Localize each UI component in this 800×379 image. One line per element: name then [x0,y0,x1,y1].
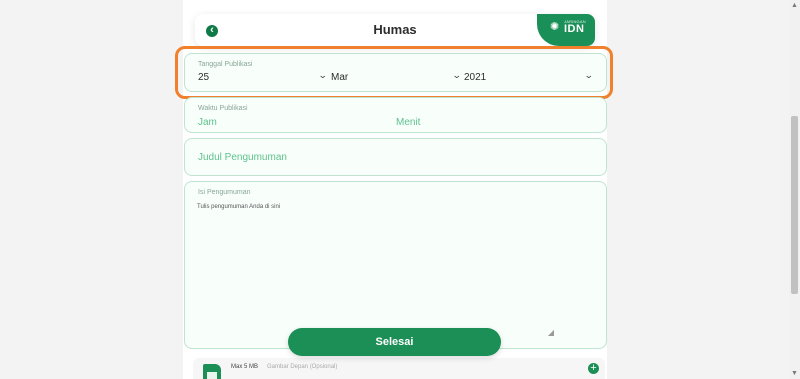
brand-logo: ✺ JARINGAN IDN [537,14,595,46]
scroll-thumb[interactable] [791,116,798,294]
title-placeholder: Judul Pengumuman [198,152,287,163]
announcement-title-input[interactable]: Judul Pengumuman [184,138,607,176]
scroll-up-icon[interactable]: ▲ [791,2,798,9]
brand-name: IDN [564,23,585,35]
focus-highlight [175,46,613,99]
announcement-body-textarea[interactable]: Isi Pengumuman Tulis pengumuman Anda di … [184,181,607,349]
sun-icon: ✺ [550,21,560,33]
add-attachment-button[interactable]: + [588,363,599,374]
scroll-down-icon[interactable]: ▼ [791,370,798,377]
hour-input[interactable]: Jam [198,117,217,128]
submit-button[interactable]: Selesai [288,328,501,356]
page-title: Humas [373,22,417,37]
publish-time-label: Waktu Publikasi [198,105,248,112]
vertical-scrollbar[interactable]: ▲ ▼ [789,0,800,379]
resize-handle-icon[interactable]: ◢ [548,328,554,337]
body-label: Isi Pengumuman [198,189,251,196]
app-header: ‹ Humas ✺ JARINGAN IDN [195,14,595,46]
body-placeholder: Tulis pengumuman Anda di sini [197,204,281,210]
attachment-row: Max 5 MB Gambar Depan (Opsional) + [193,358,605,379]
attachment-placeholder: Gambar Depan (Opsional) [267,364,338,370]
publish-time-field: Waktu Publikasi Jam Menit [184,97,607,133]
image-file-icon [203,364,221,379]
plus-icon: + [590,362,597,374]
max-size-text: Max 5 MB [231,364,259,370]
minute-input[interactable]: Menit [396,117,420,128]
